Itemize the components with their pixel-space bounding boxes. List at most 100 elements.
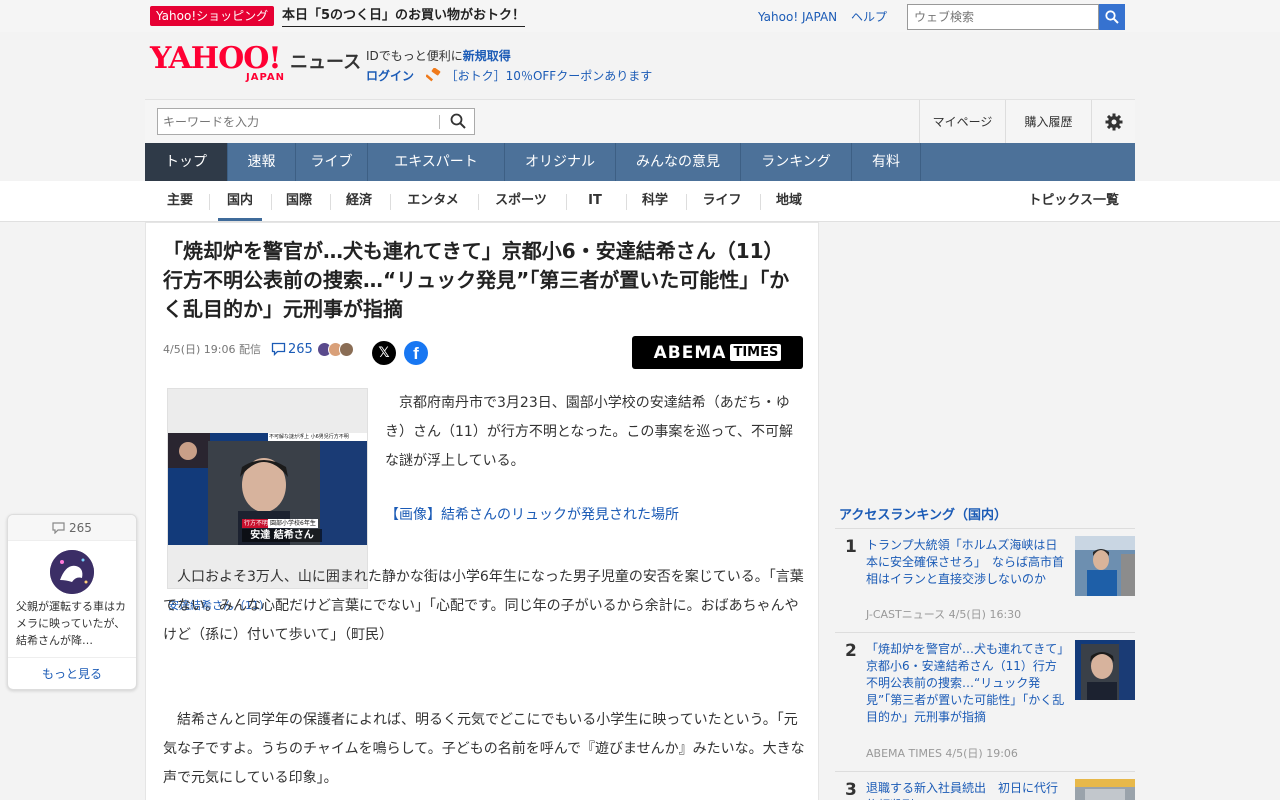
comment-count-link[interactable]: 265 — [271, 341, 354, 357]
photo-overlay-name: 安達 結希さん — [242, 529, 322, 542]
comment-count: 265 — [287, 341, 313, 357]
divider — [390, 194, 391, 210]
utility-links: Yahoo! JAPAN ヘルプ — [758, 8, 897, 25]
floating-comment-card[interactable]: 265 父親が運転する車はカメラに映っていたが、結希さんが降… もっと見る — [7, 514, 137, 690]
subtab-economy[interactable]: 経済 — [342, 181, 376, 221]
login-line: ログイン ［おトク］10％OFFクーポンあります — [366, 67, 652, 84]
divider — [330, 194, 331, 210]
rank-number: 2 — [845, 641, 857, 661]
web-search — [907, 4, 1125, 30]
web-search-input[interactable] — [907, 4, 1099, 30]
x-share-button[interactable]: 𝕏 — [372, 341, 396, 365]
keyword-input[interactable] — [158, 109, 438, 134]
ranking-source: J-CASTニュース 4/5(日) 16:30 — [866, 608, 1022, 621]
commenter-avatar — [50, 550, 94, 594]
tab-expert[interactable]: エキスパート — [368, 143, 505, 181]
utility-bar: Yahoo!ショッピング 本日「5のつく日」のお買い物がおトク！ Yahoo! … — [0, 0, 1280, 32]
subtab-domestic[interactable]: 国内 — [218, 181, 262, 221]
divider — [760, 194, 761, 210]
ranking-item[interactable]: 1 トランプ大統領「ホルムズ海峡は日本に安全確保させろ」 ならば高市首相はイラン… — [835, 529, 1135, 633]
tab-original[interactable]: オリジナル — [505, 143, 616, 181]
comment-icon — [52, 522, 65, 535]
article-photo-frame[interactable]: 不可解な謎が浮上 小6男児行方不明 行方不明 園部小学校6年生 安達 結希さん — [167, 388, 368, 589]
promo-link[interactable]: 本日「5のつく日」のお買い物がおトク！ — [282, 6, 526, 27]
news-logo-label[interactable]: ニュース — [290, 48, 361, 74]
subtab-science[interactable]: 科学 — [638, 181, 672, 221]
ranking-source: ABEMA TIMES 4/5(日) 19:06 — [866, 747, 1018, 760]
rank-number: 1 — [845, 537, 857, 557]
rank-number: 3 — [845, 780, 857, 800]
search-icon[interactable] — [450, 113, 466, 129]
subtab-entertainment[interactable]: エンタメ — [402, 181, 464, 221]
divider — [686, 194, 687, 210]
article-photo: 不可解な謎が浮上 小6男児行方不明 行方不明 園部小学校6年生 安達 結希さん — [168, 433, 367, 545]
hammer-icon — [425, 67, 441, 82]
article-paragraph: 京都府南丹市で3月23日、園部小学校の安達結希（あだち・ゆき）さん（11）が行方… — [385, 395, 793, 469]
login-link[interactable]: ログイン — [366, 69, 414, 83]
ranking-headline[interactable]: 「焼却炉を警官が…犬も連れてきて」京都小6・安達結希さん（11）行方不明公表前の… — [866, 641, 1066, 726]
tab-paid[interactable]: 有料 — [852, 143, 921, 181]
settings-button[interactable] — [1091, 100, 1135, 144]
ranking-thumbnail — [1075, 640, 1135, 700]
sub-category-nav: 主要 国内 国際 経済 エンタメ スポーツ IT 科学 ライフ 地域 トピックス… — [145, 181, 1135, 222]
yahoo-logo[interactable]: YAHOO! JAPAN — [150, 44, 285, 84]
ranking-thumbnail — [1075, 536, 1135, 596]
photo-overlay-tag: 行方不明 — [242, 519, 271, 528]
subtab-life[interactable]: ライフ — [698, 181, 746, 221]
photo-overlay-title: 不可解な謎が浮上 小6男児行方不明 — [269, 434, 349, 440]
comment-excerpt: 父親が運転する車はカメラに映っていたが、結希さんが降… — [16, 600, 126, 647]
article-paragraph: 結希さんと同学年の保護者によれば、明るく元気でどこにでもいる小学生に映っていたと… — [163, 712, 805, 786]
comment-count-header: 265 — [8, 515, 136, 541]
publish-date: 4/5(日) 19:06 配信 — [163, 343, 261, 356]
article-title: 「焼却炉を警官が…犬も連れてきて」京都小6・安達結希さん（11）行方不明公表前の… — [163, 239, 790, 321]
tab-opinions[interactable]: みんなの意見 — [616, 143, 741, 181]
comment-icon — [271, 342, 286, 356]
subtab-local[interactable]: 地域 — [772, 181, 806, 221]
subtab-sports[interactable]: スポーツ — [490, 181, 552, 221]
more-comments-button[interactable]: もっと見る — [8, 657, 136, 689]
subtab-main[interactable]: 主要 — [163, 181, 197, 221]
gear-icon — [1105, 113, 1122, 131]
avatar — [338, 341, 354, 357]
divider — [478, 194, 479, 210]
keyword-search — [157, 108, 475, 135]
article-meta: 4/5(日) 19:06 配信 265 — [163, 341, 354, 357]
publisher-logo[interactable]: ABEMA TIMES — [632, 336, 803, 369]
image-gallery-link[interactable]: 【画像】結希さんのリュックが発見された場所 — [385, 504, 679, 524]
ranking-headline[interactable]: 退職する新入社員続出 初日に代行依頼殺到… — [866, 780, 1066, 800]
divider — [209, 194, 210, 210]
article-panel: 「焼却炉を警官が…犬も連れてきて」京都小6・安達結希さん（11）行方不明公表前の… — [145, 222, 819, 800]
tab-live[interactable]: ライブ — [296, 143, 368, 181]
ranking-headline[interactable]: トランプ大統領「ホルムズ海峡は日本に安全確保させろ」 ならば高市首相はイランと直… — [866, 537, 1066, 588]
ranking-item[interactable]: 3 退職する新入社員続出 初日に代行依頼殺到… — [835, 772, 1135, 800]
yahoo-japan-link[interactable]: Yahoo! JAPAN — [758, 10, 837, 24]
purchase-history-link[interactable]: 購入履歴 — [1005, 100, 1091, 144]
coupon-link[interactable]: ［おトク］10％OFFクーポンあります — [446, 69, 653, 83]
divider — [271, 194, 272, 210]
article-paragraph: 人口およそ3万人、山に囲まれた静かな街は小学6年生になった男子児童の安否を案じて… — [163, 569, 804, 643]
topics-list-link[interactable]: トピックス一覧 — [1028, 181, 1119, 221]
category-nav: トップ 速報 ライブ エキスパート オリジナル みんなの意見 ランキング 有料 — [145, 143, 1135, 181]
news-search-bar: マイページ 購入履歴 — [145, 99, 1135, 144]
facebook-share-button[interactable]: f — [404, 341, 428, 365]
shopping-promo-badge[interactable]: Yahoo!ショッピング — [150, 6, 275, 26]
tab-breaking[interactable]: 速報 — [228, 143, 296, 181]
tab-ranking[interactable]: ランキング — [741, 143, 852, 181]
access-ranking: アクセスランキング（国内） 1 トランプ大統領「ホルムズ海峡は日本に安全確保させ… — [835, 500, 1135, 800]
divider — [566, 194, 567, 210]
mypage-link[interactable]: マイページ — [919, 100, 1005, 144]
photo-overlay-grade: 園部小学校6年生 — [268, 519, 318, 528]
web-search-button[interactable] — [1099, 4, 1125, 30]
subtab-it[interactable]: IT — [578, 181, 612, 221]
register-link[interactable]: 新規取得 — [463, 49, 511, 63]
ranking-title: アクセスランキング（国内） — [835, 500, 1135, 529]
ranking-thumbnail — [1075, 779, 1135, 800]
ranking-item[interactable]: 2 「焼却炉を警官が…犬も連れてきて」京都小6・安達結希さん（11）行方不明公表… — [835, 633, 1135, 772]
subtab-international[interactable]: 国際 — [282, 181, 316, 221]
help-link[interactable]: ヘルプ — [851, 10, 887, 24]
tab-top[interactable]: トップ — [145, 143, 228, 181]
divider — [626, 194, 627, 210]
search-icon — [1105, 10, 1119, 24]
id-promo-line: IDでもっと便利に新規取得 — [366, 49, 511, 63]
commenter-avatars — [316, 341, 354, 357]
